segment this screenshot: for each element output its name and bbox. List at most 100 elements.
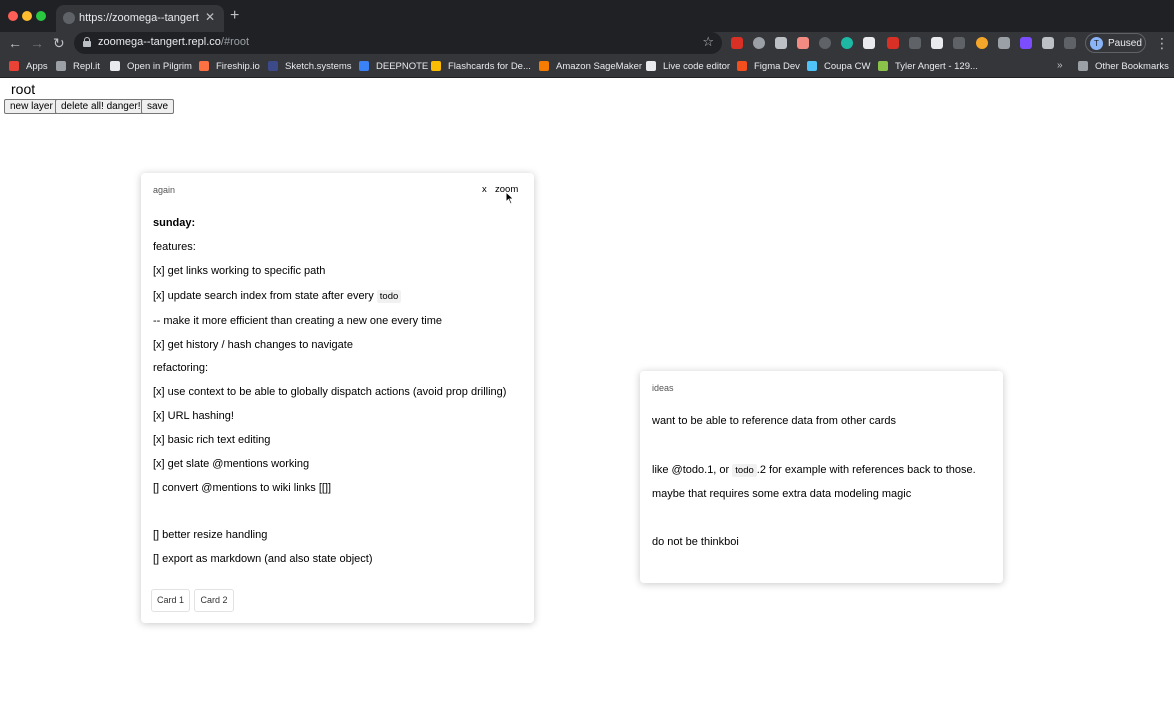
card-text-line: [x] get links working to specific path [153,265,326,277]
url-host: zoomega--tangert.repl.co [98,36,221,48]
card-text-line: [x] get slate @mentions working [153,458,310,470]
deepnote-icon [359,61,369,71]
bookmark-label: Amazon SageMaker [556,61,643,72]
save-button[interactable]: save [141,99,175,114]
bookmark-label: DEEPNOTE [376,61,429,72]
card-text-line: [x] get history / hash changes to naviga… [153,339,353,351]
apps-grid-icon [9,61,19,71]
reload-icon[interactable]: ↻ [53,35,65,51]
card-text-line: [x] URL hashing! [153,410,234,422]
card-heading: sunday: [153,217,196,229]
folder-icon [56,61,66,71]
card-text-line: [x] use context to be able to globally d… [153,386,507,398]
extension-icon-7[interactable] [863,37,875,49]
bookmark-label: Live code editor [663,61,731,72]
url-text: zoomega--tangert.repl.co/#root [98,36,249,48]
extension-icon-5[interactable] [819,37,831,49]
minimize-window-button[interactable] [22,11,32,21]
browser-tab[interactable]: https://zoomega--tangert.repl.co ✕ [56,5,224,32]
extension-icon-14[interactable] [1020,37,1032,49]
bookmark-label: Apps [26,61,48,72]
more-bookmarks-icon[interactable]: » [1057,60,1063,71]
card-text-line: refactoring: [153,362,209,374]
card-text-line: want to be able to reference data from o… [652,415,896,427]
extension-icon-11[interactable] [953,37,965,49]
card-text-line: [] convert @mentions to wiki links [[]] [153,482,332,494]
card-text: [x] update search index from state after… [153,290,374,302]
profile-button[interactable]: T Paused [1085,33,1146,53]
bookmark-label: Coupa CW [824,61,871,72]
bookmark-label: Open in Pilgrim [127,61,192,72]
card-text-line: [x] basic rich text editing [153,434,271,446]
browser-toolbar: ← → ↻ zoomega--tangert.repl.co/#root ☆ T… [0,32,1174,55]
subcard-tab-1[interactable]: Card 1 [151,589,190,612]
page-title: root [11,81,36,97]
coupa-icon [807,61,817,71]
card-title: ideas [652,383,674,393]
subcard-tab-2[interactable]: Card 2 [194,589,234,612]
address-bar[interactable]: zoomega--tangert.repl.co/#root ☆ [74,32,722,54]
bookmark-label: Fireship.io [216,61,260,72]
bookmark-label: Flashcards for De... [448,61,531,72]
sketch-icon [268,61,278,71]
card-text-line: [] export as markdown (and also state ob… [153,553,373,565]
more-menu-icon[interactable]: ⋮ [1155,35,1169,52]
extension-icon-12[interactable] [976,37,988,49]
bookmark-label: Tyler Angert - 129... [895,61,978,72]
card-close-button[interactable]: x [482,184,487,195]
globe-icon [646,61,656,71]
todo-mention-tag[interactable]: todo [732,464,757,477]
profile-status: Paused [1108,38,1142,49]
extension-icon-9[interactable] [909,37,921,49]
close-window-button[interactable] [8,11,18,21]
mouse-cursor-icon [505,191,515,205]
browser-titlebar: https://zoomega--tangert.repl.co ✕ + [0,0,1174,32]
card-text-line: features: [153,241,196,253]
bookmark-star-icon[interactable]: ☆ [702,34,714,50]
card-text-line: do not be thinkboi [652,536,739,548]
globe-icon [110,61,120,71]
tab-close-icon[interactable]: ✕ [205,10,215,24]
card-again[interactable]: again x zoom sunday: features: [x] get l… [141,173,534,623]
extension-icon-3[interactable] [775,37,787,49]
delete-all-button[interactable]: delete all! danger! [55,99,147,114]
card-text-line: like @todo.1, or todo .2 for example with… [652,464,976,477]
url-path: /#root [220,36,250,48]
bookmark-label: Sketch.systems [285,61,352,72]
extension-icon-6[interactable] [841,37,853,49]
extension-icon-13[interactable] [998,37,1010,49]
notion-icon[interactable] [931,37,943,49]
new-layer-button[interactable]: new layer [4,99,59,114]
sagemaker-icon [539,61,549,71]
bookmark-label: Repl.it [73,61,100,72]
card-text-line: maybe that requires some extra data mode… [652,488,912,500]
maximize-window-button[interactable] [36,11,46,21]
card-ideas[interactable]: ideas want to be able to reference data … [640,371,1003,583]
back-arrow-icon[interactable]: ← [8,35,22,51]
card-text: .2 for example with references back to t… [756,464,976,476]
extensions-puzzle-icon[interactable] [1042,37,1054,49]
cast-icon[interactable] [1064,37,1076,49]
card-text-line: [x] update search index from state after… [153,290,402,303]
forward-arrow-icon[interactable]: → [30,35,44,51]
todo-mention-tag[interactable]: todo [376,290,402,303]
extension-icon-1[interactable] [731,37,743,49]
fire-icon [199,61,209,71]
extension-icon-4[interactable] [797,37,809,49]
bookmark-label: Other Bookmarks [1095,61,1169,72]
tab-title: https://zoomega--tangert.repl.co [79,12,199,24]
bookmark-label: Figma Dev [754,61,800,72]
folder-icon [1078,61,1088,71]
new-tab-button[interactable]: + [230,8,239,24]
figma-icon [737,61,747,71]
card-text: like @todo.1, or [652,464,730,476]
card-text-line: [] better resize handling [153,529,268,541]
upwork-icon [878,61,888,71]
card-text-line: -- make it more efficient than creating … [153,315,442,327]
bookmarks-bar: Apps Repl.it Open in Pilgrim Fireship.io… [0,55,1174,78]
tab-favicon-icon [63,12,75,24]
arrow-icon [431,61,441,71]
extension-icon-8[interactable] [887,37,899,49]
extension-icon-2[interactable] [753,37,765,49]
avatar: T [1090,37,1103,50]
